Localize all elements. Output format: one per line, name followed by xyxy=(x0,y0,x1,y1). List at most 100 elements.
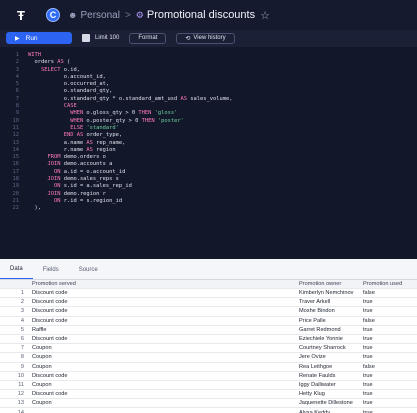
tab-data[interactable]: Data xyxy=(0,266,33,279)
cell-promotion-owner: Kimberlyn Nemchinov xyxy=(299,290,354,297)
result-tabs: Data Fields Source xyxy=(0,259,417,280)
code-line[interactable]: 12 END AS order_type, xyxy=(0,132,417,139)
code-line[interactable]: 18 JOIN demo.sales_reps s xyxy=(0,176,417,183)
cell-promotion-served: Coupon xyxy=(32,400,52,407)
code-text: WHEN o.poster_qty > 0 THEN 'poster' xyxy=(70,117,184,124)
table-row[interactable]: 3 Discount code Moshe Bindon true xyxy=(0,307,417,317)
cell-promotion-served: Discount code xyxy=(32,391,68,398)
column-header-promotion-served[interactable]: Promotion served xyxy=(30,281,299,287)
table-row[interactable]: 13 Coupon Jaquenette Dillestone true xyxy=(0,399,417,409)
code-text: END AS order_type, xyxy=(63,132,123,139)
star-icon[interactable]: ☆ xyxy=(260,9,270,22)
cell-promotion-owner: Iggy Dalliwater xyxy=(299,381,336,388)
limit-toggle[interactable]: Limit 100 xyxy=(82,34,119,42)
line-number: 2 xyxy=(15,59,19,66)
cell-promotion-served: Discount code xyxy=(32,317,68,324)
row-number: 12 xyxy=(17,391,24,398)
workspace-avatar[interactable]: C xyxy=(46,8,60,22)
line-number: 12 xyxy=(12,132,20,139)
code-text: JOIN demo.region r xyxy=(47,190,106,197)
cell-promotion-owner: Traver Arkell xyxy=(299,299,331,306)
table-row[interactable]: 11 Coupon Iggy Dalliwater true xyxy=(0,381,417,391)
table-row[interactable]: 8 Coupon Jere Ovize true xyxy=(0,353,417,363)
code-line[interactable]: 5 o.occurred_at, xyxy=(0,81,417,88)
code-line[interactable]: 10 WHEN o.poster_qty > 0 THEN 'poster' xyxy=(0,118,417,125)
cell-promotion-served: Discount code xyxy=(32,336,68,343)
cell-promotion-used: true xyxy=(363,345,373,352)
code-line[interactable]: 7 o.standard_qty * o.standard_amt_usd AS… xyxy=(0,96,417,103)
table-row[interactable]: 5 Raffle Garret Redmond true xyxy=(0,326,417,335)
table-row[interactable]: 14 Alysa Keddy true xyxy=(0,408,417,413)
code-line[interactable]: 19 ON s.id = a.sales_rep_id xyxy=(0,183,417,190)
cell-promotion-served: Coupon xyxy=(32,345,52,352)
row-number: 4 xyxy=(20,317,24,324)
code-line[interactable]: 14 r.name AS region xyxy=(0,147,417,154)
tab-fields[interactable]: Fields xyxy=(33,267,69,279)
code-line[interactable]: 20 JOIN demo.region r xyxy=(0,191,417,198)
code-line[interactable]: 3 SELECT o.id, xyxy=(0,67,417,74)
code-line[interactable]: 4 o.account_id, xyxy=(0,74,417,81)
row-number: 7 xyxy=(20,345,24,352)
line-number: 9 xyxy=(15,110,19,117)
table-row[interactable]: 10 Discount code Renate Faulds true xyxy=(0,372,417,381)
code-line[interactable]: 9 WHEN o.gloss_qty > 0 THEN 'gloss' xyxy=(0,110,417,117)
table-row[interactable]: 1 Discount code Kimberlyn Nemchinov false xyxy=(0,289,417,299)
format-button[interactable]: Format xyxy=(129,32,167,44)
code-line[interactable]: 1 WITH xyxy=(0,52,417,59)
view-history-button[interactable]: ⟲ View history xyxy=(176,32,235,44)
code-line[interactable]: 6 o.standard_qty, xyxy=(0,88,417,95)
table-row[interactable]: 4 Discount code Price Palle false xyxy=(0,317,417,326)
code-text: ELSE 'standard' xyxy=(70,124,119,131)
row-number: 6 xyxy=(20,336,24,343)
person-icon: ☻ xyxy=(68,10,78,20)
code-text: FROM demo.orders o xyxy=(47,154,106,161)
app-logo-icon[interactable]: Ŧ xyxy=(12,6,30,24)
tab-source[interactable]: Source xyxy=(69,267,107,279)
code-line[interactable]: 11 ELSE 'standard' xyxy=(0,125,417,132)
code-line[interactable]: 21 ON r.id = s.region_id xyxy=(0,198,417,205)
cell-promotion-served: Coupon xyxy=(32,381,52,388)
cell-promotion-used: true xyxy=(363,308,373,315)
format-button-label: Format xyxy=(138,35,158,41)
cell-promotion-used: false xyxy=(363,290,375,297)
table-row[interactable]: 7 Coupon Courtney Sharrock true xyxy=(0,344,417,354)
code-line[interactable]: 8 CASE xyxy=(0,103,417,110)
row-number: 5 xyxy=(20,326,24,333)
table-row[interactable]: 12 Discount code Hetty Klug true xyxy=(0,390,417,400)
cell-promotion-owner: Eziechiele Yonnie xyxy=(299,336,343,343)
code-line[interactable]: 2 orders AS ( xyxy=(0,59,417,66)
cell-promotion-owner: Rea Leithgoe xyxy=(299,363,333,370)
run-button[interactable]: ▶ Run xyxy=(6,32,72,44)
line-number: 7 xyxy=(15,95,19,102)
cell-promotion-used: true xyxy=(363,326,373,333)
breadcrumb-workspace[interactable]: Personal xyxy=(80,10,119,21)
top-bar: Ŧ C ☻ Personal > ⚙ Promotional discounts… xyxy=(0,0,417,30)
breadcrumb: ☻ Personal > ⚙ Promotional discounts ☆ xyxy=(68,9,270,22)
column-header-promotion-used[interactable]: Promotion used xyxy=(363,281,417,287)
row-number: 8 xyxy=(20,354,24,361)
cell-promotion-owner: Alysa Keddy xyxy=(299,409,331,413)
cell-promotion-owner: Garret Redmond xyxy=(299,326,341,333)
code-line[interactable]: 16 JOIN demo.accounts a xyxy=(0,161,417,168)
code-line[interactable]: 13 a.name AS rep_name, xyxy=(0,140,417,147)
code-text: SELECT o.id, xyxy=(40,66,80,73)
code-text: orders AS ( xyxy=(28,59,71,66)
table-row[interactable]: 2 Discount code Traver Arkell true xyxy=(0,298,417,308)
line-number: 13 xyxy=(12,139,20,146)
sql-editor[interactable]: 1 WITH 2 orders AS (3 SELECT o.id, 4 o.acco… xyxy=(0,47,417,259)
column-header-promotion-owner[interactable]: Promotion owner xyxy=(299,281,363,287)
code-line[interactable]: 22 ), xyxy=(0,205,417,212)
cell-promotion-served: Discount code xyxy=(32,290,68,297)
table-row[interactable]: 9 Coupon Rea Leithgoe false xyxy=(0,363,417,372)
code-line[interactable]: 17 ON a.id = o.account_id xyxy=(0,169,417,176)
code-line[interactable]: 15 FROM demo.orders o xyxy=(0,154,417,161)
limit-checkbox[interactable] xyxy=(82,34,90,42)
code-text: o.standard_qty, xyxy=(28,88,113,95)
line-number: 4 xyxy=(15,73,19,80)
code-text: o.standard_qty * o.standard_amt_usd AS s… xyxy=(28,95,233,102)
row-number: 14 xyxy=(17,409,24,413)
table-row[interactable]: 6 Discount code Eziechiele Yonnie true xyxy=(0,335,417,345)
code-text: ON r.id = s.region_id xyxy=(53,197,123,204)
cell-promotion-owner: Moshe Bindon xyxy=(299,308,335,315)
row-number: 2 xyxy=(20,299,24,306)
